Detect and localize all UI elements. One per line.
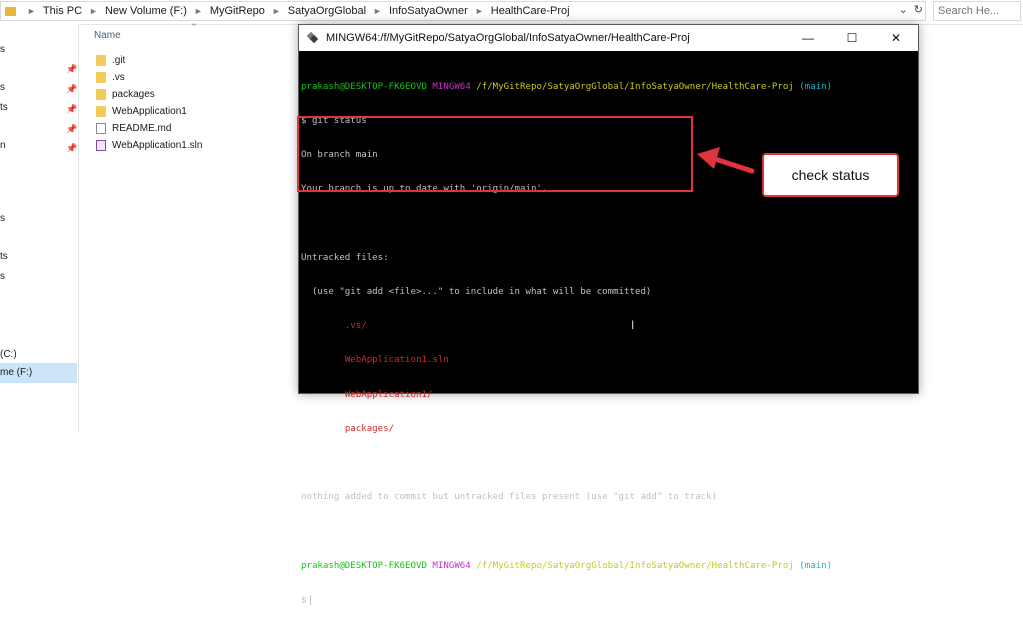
- text-cursor: [310, 594, 312, 605]
- nav-item[interactable]: n: [0, 140, 6, 151]
- callout-label: check status: [762, 153, 899, 197]
- breadcrumb-healthcare-proj[interactable]: HealthCare-Proj: [491, 5, 570, 17]
- pin-icon[interactable]: 📌: [66, 143, 77, 154]
- nav-item[interactable]: s: [0, 213, 5, 224]
- nav-item[interactable]: ts: [0, 102, 8, 113]
- input-line[interactable]: $: [301, 594, 913, 606]
- prompt-env: MINGW64: [432, 560, 471, 571]
- output-line: nothing added to commit but untracked fi…: [301, 492, 718, 503]
- visual-studio-solution-icon: [96, 139, 106, 151]
- pin-icon[interactable]: 📌: [66, 64, 77, 75]
- nav-item[interactable]: s: [0, 44, 5, 55]
- final-prompt: $: [301, 595, 307, 606]
- nav-item-f-drive[interactable]: me (F:): [0, 363, 77, 383]
- file-item-readme[interactable]: README.md: [96, 120, 171, 136]
- pin-icon[interactable]: 📌: [66, 84, 77, 95]
- terminal-output[interactable]: prakash@DESKTOP-FK6EOVD MINGW64 /f/MyGit…: [301, 59, 913, 606]
- pin-icon[interactable]: 📌: [66, 104, 77, 115]
- folder-icon: [96, 88, 106, 100]
- file-name: packages: [112, 88, 155, 100]
- file-name: README.md: [112, 122, 172, 134]
- file-item-git[interactable]: .git: [96, 52, 125, 68]
- highlight-box: [297, 116, 693, 192]
- maximize-button[interactable]: ☐: [830, 25, 874, 51]
- chevron-right-icon: ►: [27, 6, 36, 16]
- prompt-user: prakash@DESKTOP-FK6EOVD: [301, 81, 427, 92]
- chevron-right-icon[interactable]: ►: [89, 6, 98, 16]
- folder-icon: [5, 6, 16, 16]
- file-item-solution[interactable]: WebApplication1.sln: [96, 137, 202, 153]
- search-box[interactable]: [933, 1, 1021, 21]
- prompt-branch: (main): [799, 560, 833, 571]
- sort-chevron-icon: ⌃: [190, 22, 198, 32]
- folder-icon: [96, 71, 106, 83]
- nav-item-c-drive[interactable]: (C:): [0, 349, 17, 360]
- file-item-vs[interactable]: .vs: [96, 69, 125, 85]
- refresh-icon[interactable]: ↻: [914, 3, 923, 16]
- nav-item[interactable]: s: [0, 271, 5, 282]
- file-item-packages[interactable]: packages: [96, 86, 155, 102]
- prompt-branch: (main): [799, 81, 833, 92]
- nav-item[interactable]: ts: [0, 251, 8, 262]
- file-name: .git: [112, 54, 126, 66]
- column-header-name[interactable]: Name: [94, 30, 121, 41]
- prompt-line: prakash@DESKTOP-FK6EOVD MINGW64 /f/MyGit…: [301, 561, 913, 572]
- address-bar[interactable]: ► This PC ► New Volume (F:) ► MyGitRepo …: [0, 1, 926, 21]
- prompt-path: /f/MyGitRepo/SatyaOrgGlobal/InfoSatyaOwn…: [476, 81, 794, 92]
- prompt-env: MINGW64: [432, 81, 471, 92]
- chevron-right-icon[interactable]: ►: [475, 6, 484, 16]
- breadcrumb-infosatyaowner[interactable]: InfoSatyaOwner: [389, 5, 468, 17]
- ibeam-cursor-icon: I: [631, 318, 635, 332]
- untracked-file: WebApplication1/: [344, 389, 433, 400]
- breadcrumb-this-pc[interactable]: This PC: [43, 5, 82, 17]
- untracked-file: WebApplication1.sln: [344, 355, 449, 366]
- terminal-window[interactable]: MINGW64:/f/MyGitRepo/SatyaOrgGlobal/Info…: [298, 24, 919, 606]
- folder-icon: [96, 105, 106, 117]
- output-line: Untracked files:: [301, 252, 389, 263]
- nav-item[interactable]: s: [0, 82, 5, 93]
- document-icon: [96, 122, 106, 134]
- close-button[interactable]: ✕: [874, 25, 918, 51]
- folder-icon: [96, 54, 106, 66]
- chevron-down-icon[interactable]: ⌄: [899, 3, 908, 16]
- file-item-webapplication1[interactable]: WebApplication1: [96, 103, 187, 119]
- address-bar-area: ► This PC ► New Volume (F:) ► MyGitRepo …: [0, 0, 1023, 25]
- untracked-file: .vs/: [344, 321, 367, 332]
- prompt-line: prakash@DESKTOP-FK6EOVD MINGW64 /f/MyGit…: [301, 82, 913, 93]
- file-name: WebApplication1.sln: [112, 139, 203, 151]
- terminal-titlebar[interactable]: MINGW64:/f/MyGitRepo/SatyaOrgGlobal/Info…: [299, 25, 918, 51]
- chevron-right-icon[interactable]: ►: [194, 6, 203, 16]
- minimize-button[interactable]: —: [786, 25, 830, 51]
- search-input[interactable]: [934, 4, 1010, 18]
- untracked-file: packages/: [344, 423, 395, 434]
- prompt-path: /f/MyGitRepo/SatyaOrgGlobal/InfoSatyaOwn…: [476, 560, 794, 571]
- prompt-user: prakash@DESKTOP-FK6EOVD: [301, 560, 427, 571]
- output-line: (use "git add <file>..." to include in w…: [301, 287, 652, 298]
- file-name: WebApplication1: [112, 105, 187, 117]
- terminal-title: MINGW64:/f/MyGitRepo/SatyaOrgGlobal/Info…: [326, 32, 690, 44]
- pin-icon[interactable]: 📌: [66, 124, 77, 135]
- breadcrumb-satyaorgglobal[interactable]: SatyaOrgGlobal: [288, 5, 366, 17]
- chevron-right-icon[interactable]: ►: [272, 6, 281, 16]
- mingw-icon: [306, 31, 320, 45]
- breadcrumb-new-volume[interactable]: New Volume (F:): [105, 5, 187, 17]
- file-name: .vs: [112, 71, 125, 83]
- chevron-right-icon[interactable]: ►: [373, 6, 382, 16]
- breadcrumb-mygitrepo[interactable]: MyGitRepo: [210, 5, 265, 17]
